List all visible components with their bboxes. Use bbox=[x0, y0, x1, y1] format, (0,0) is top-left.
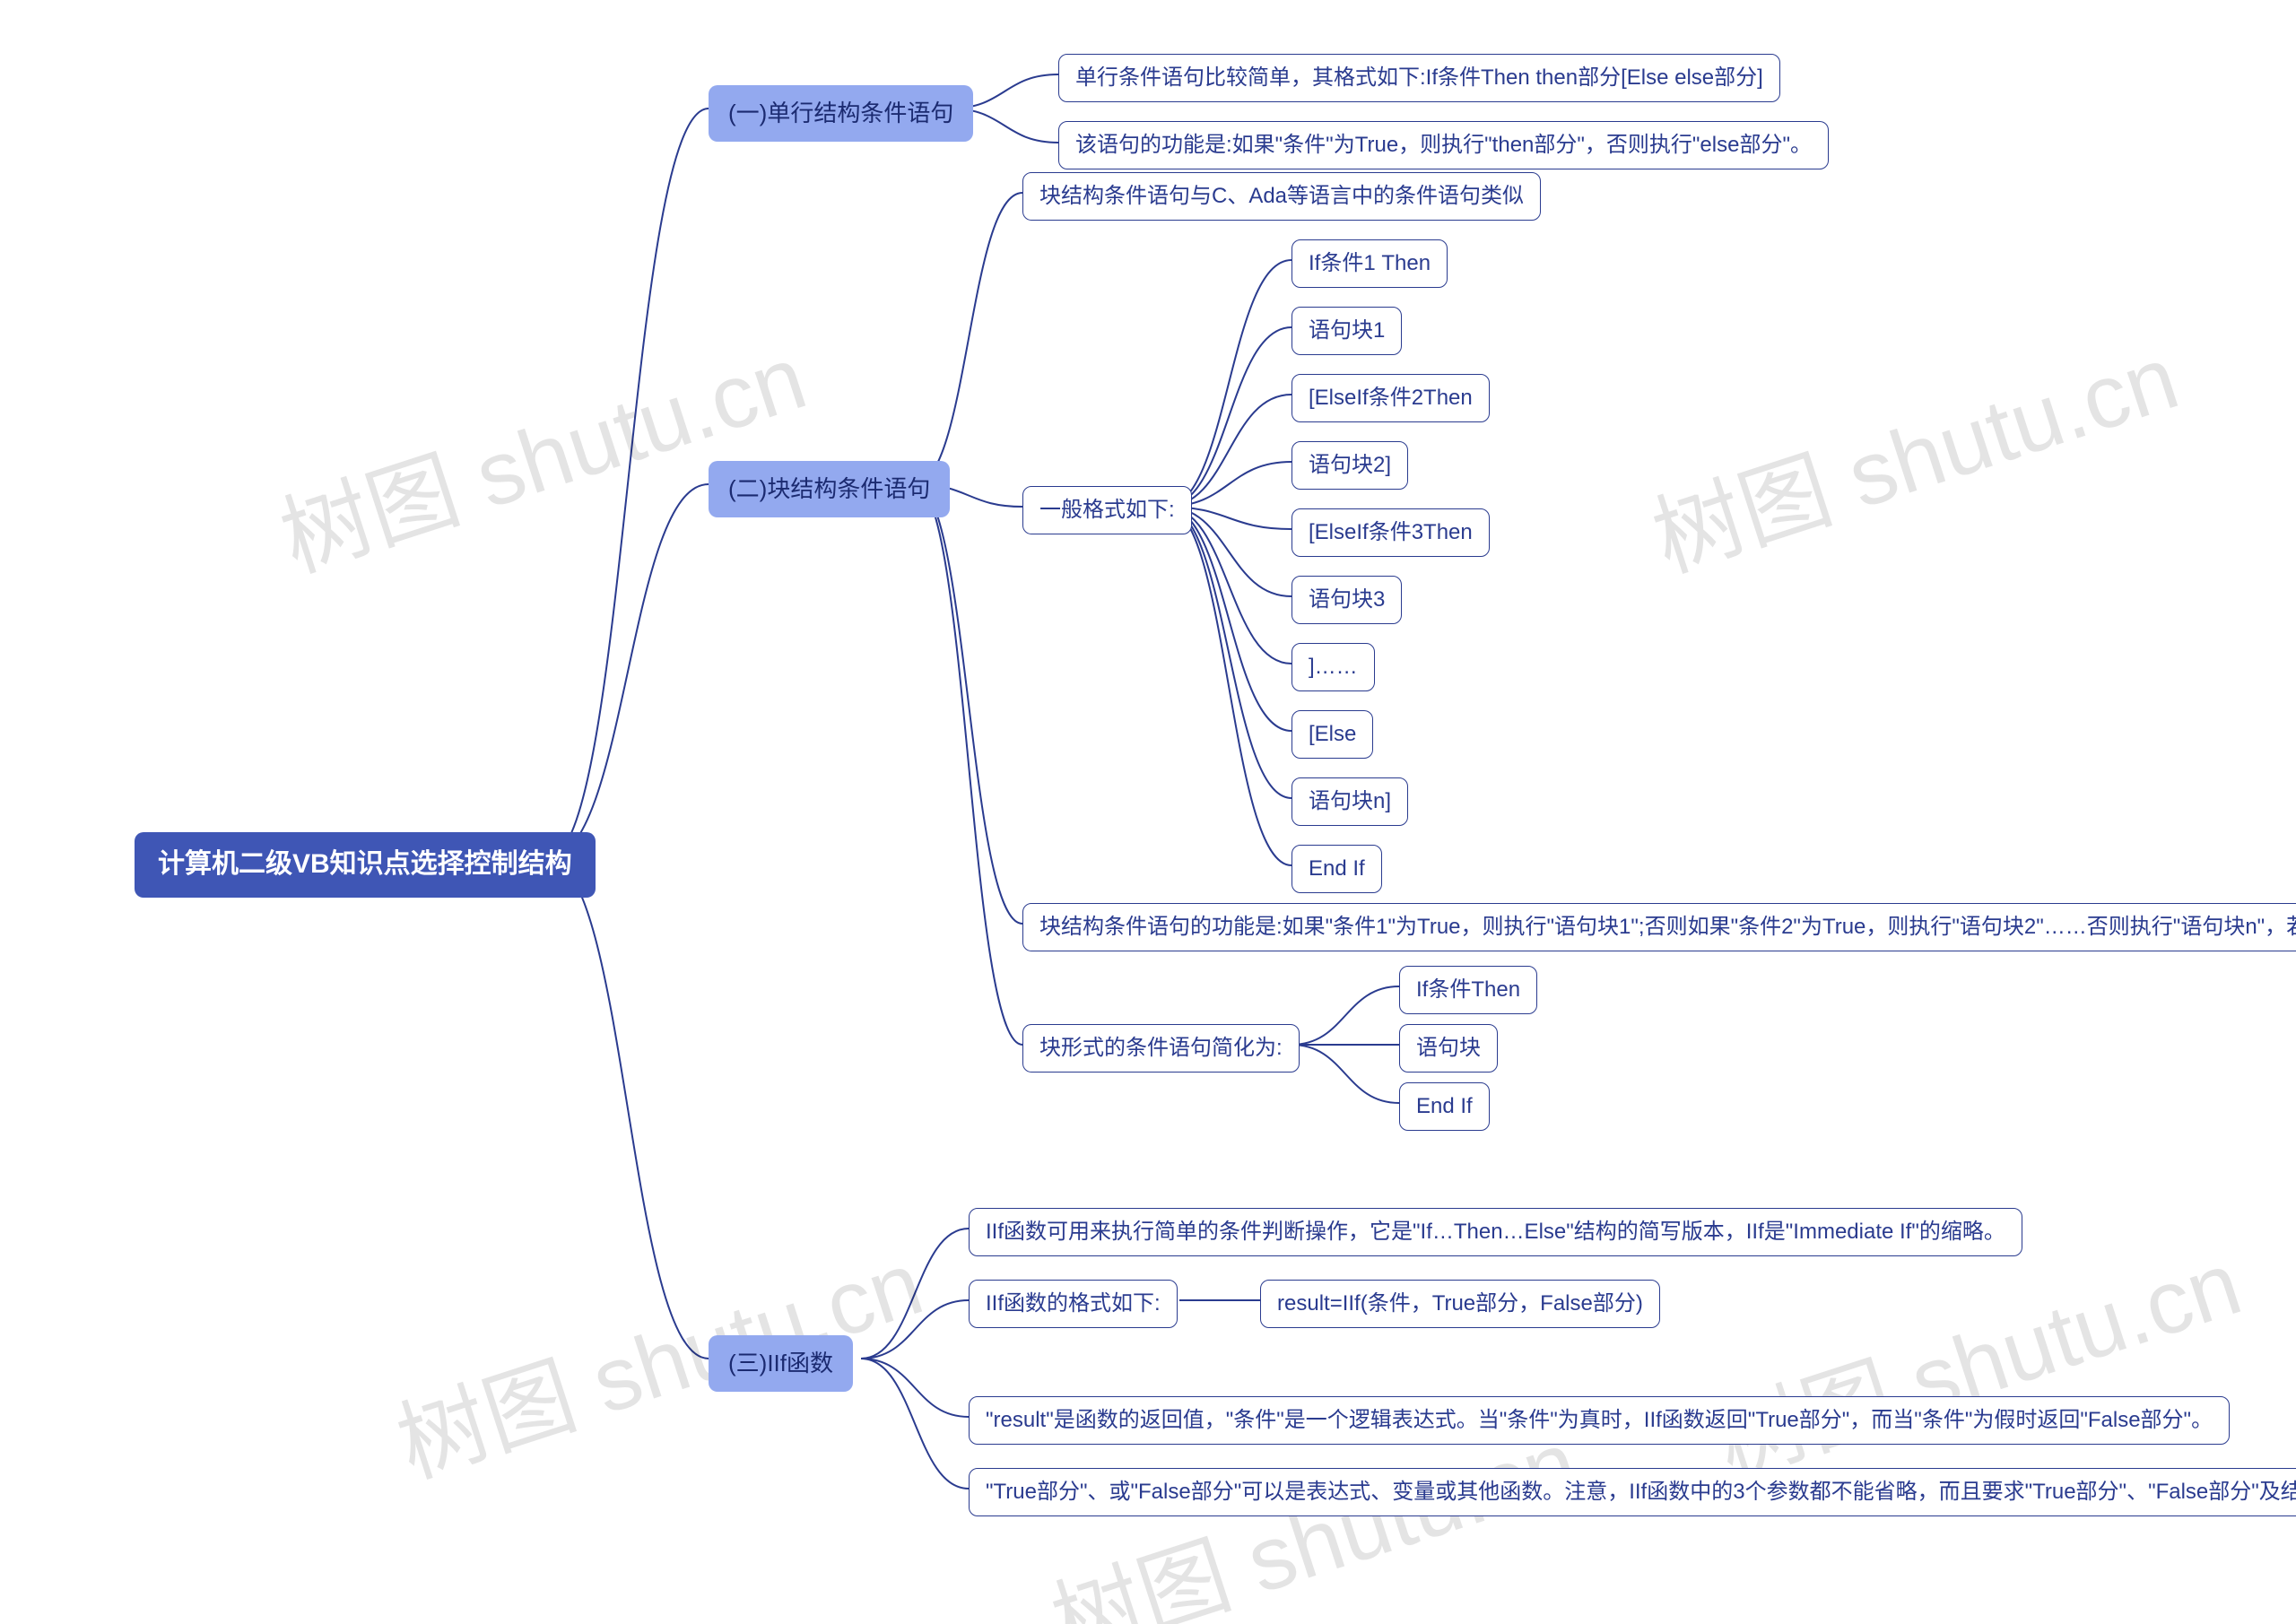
leaf-s2-c2-g8[interactable]: [Else bbox=[1292, 710, 1373, 759]
leaf-s2-c2-g4[interactable]: 语句块2] bbox=[1292, 441, 1408, 490]
leaf-s2-c2-g5[interactable]: [ElseIf条件3Then bbox=[1292, 508, 1490, 557]
watermark: 树图 shutu.cn bbox=[1634, 305, 2191, 596]
leaf-s3-c1[interactable]: IIf函数可用来执行简单的条件判断操作，它是"If…Then…Else"结构的简… bbox=[969, 1208, 2022, 1256]
leaf-s2-c2-g6[interactable]: 语句块3 bbox=[1292, 576, 1402, 624]
section-node-1[interactable]: (一)单行结构条件语句 bbox=[709, 85, 973, 142]
leaf-s2-c4-h1[interactable]: If条件Then bbox=[1399, 966, 1537, 1014]
leaf-s3-c2-child[interactable]: result=IIf(条件，True部分，False部分) bbox=[1260, 1280, 1660, 1328]
mindmap-canvas: 树图 shutu.cn 树图 shutu.cn 树图 shutu.cn 树图 s… bbox=[0, 0, 2296, 1624]
leaf-s2-c3[interactable]: 块结构条件语句的功能是:如果"条件1"为True，则执行"语句块1";否则如果"… bbox=[1022, 903, 2296, 951]
node-s2-c2[interactable]: 一般格式如下: bbox=[1022, 486, 1192, 534]
leaf-s3-c3[interactable]: "result"是函数的返回值，"条件"是一个逻辑表达式。当"条件"为真时，II… bbox=[969, 1396, 2230, 1445]
leaf-s2-c2-g7[interactable]: ]…… bbox=[1292, 643, 1375, 691]
leaf-s2-c2-g2[interactable]: 语句块1 bbox=[1292, 307, 1402, 355]
section-node-3[interactable]: (三)IIf函数 bbox=[709, 1335, 853, 1392]
leaf-s2-c2-g3[interactable]: [ElseIf条件2Then bbox=[1292, 374, 1490, 422]
watermark: 树图 shutu.cn bbox=[262, 305, 819, 596]
leaf-s2-c2-g9[interactable]: 语句块n] bbox=[1292, 777, 1408, 826]
connector-layer bbox=[0, 0, 2296, 1624]
node-s3-c2[interactable]: IIf函数的格式如下: bbox=[969, 1280, 1178, 1328]
section-node-2[interactable]: (二)块结构条件语句 bbox=[709, 461, 950, 517]
leaf-s2-c1[interactable]: 块结构条件语句与C、Ada等语言中的条件语句类似 bbox=[1022, 172, 1541, 221]
leaf-s1-c2[interactable]: 该语句的功能是:如果"条件"为True，则执行"then部分"，否则执行"els… bbox=[1058, 121, 1829, 169]
leaf-s2-c2-g1[interactable]: If条件1 Then bbox=[1292, 239, 1448, 288]
leaf-s2-c4-h2[interactable]: 语句块 bbox=[1399, 1024, 1498, 1073]
leaf-s3-c4[interactable]: "True部分"、或"False部分"可以是表达式、变量或其他函数。注意，IIf… bbox=[969, 1468, 2296, 1516]
node-s2-c4[interactable]: 块形式的条件语句简化为: bbox=[1022, 1024, 1300, 1073]
leaf-s1-c1[interactable]: 单行条件语句比较简单，其格式如下:If条件Then then部分[Else el… bbox=[1058, 54, 1780, 102]
root-node[interactable]: 计算机二级VB知识点选择控制结构 bbox=[135, 832, 596, 898]
leaf-s2-c2-g10[interactable]: End If bbox=[1292, 845, 1382, 893]
leaf-s2-c4-h3[interactable]: End If bbox=[1399, 1082, 1490, 1131]
